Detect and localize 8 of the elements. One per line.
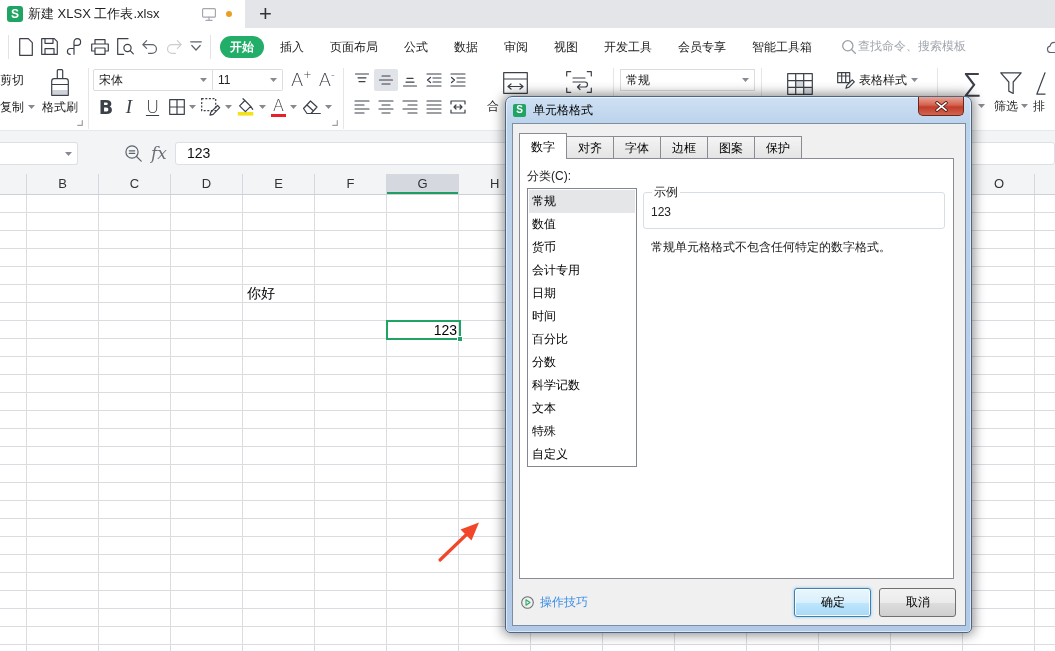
app-logo: S: [7, 6, 23, 22]
document-title: 新建 XLSX 工作表.xlsx: [28, 6, 160, 22]
sample-value: 123: [651, 204, 673, 220]
sample-label: 示例: [653, 186, 679, 198]
dialog-title: 单元格格式: [533, 102, 593, 119]
format-description: 常规单元格格式不包含任何特定的数字格式。: [650, 240, 892, 255]
category-label: 分类(C):: [527, 169, 572, 183]
app-logo: S: [513, 103, 526, 117]
